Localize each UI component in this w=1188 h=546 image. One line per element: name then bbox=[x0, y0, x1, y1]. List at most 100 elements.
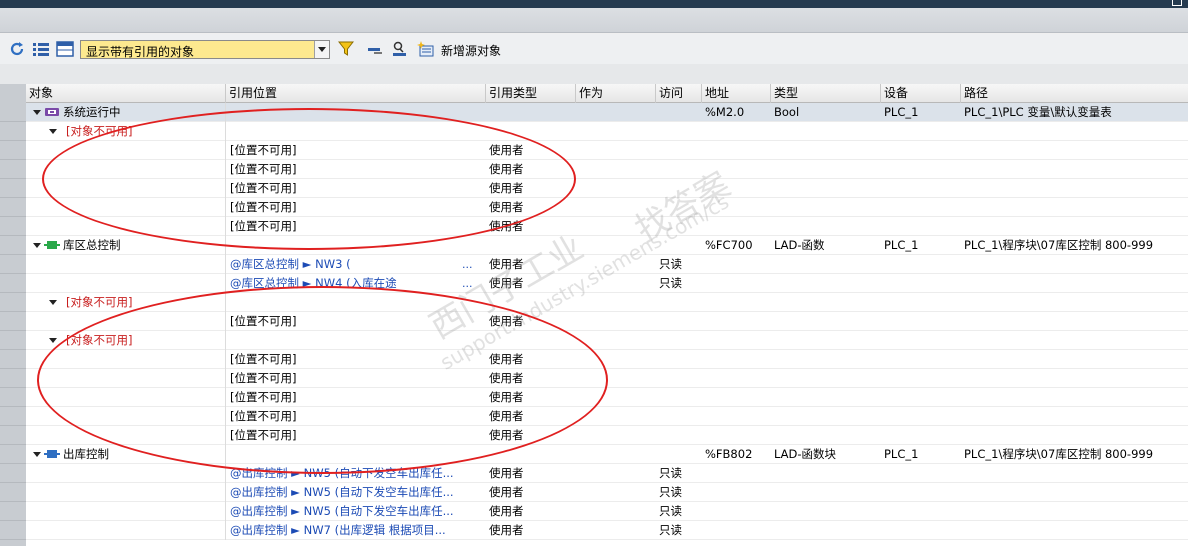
table-row[interactable]: [位置不可用] 使用者 bbox=[0, 160, 1188, 179]
table-row[interactable]: [位置不可用] 使用者 bbox=[0, 141, 1188, 160]
object-cell bbox=[26, 179, 226, 198]
table-row[interactable]: [对象不可用] bbox=[0, 122, 1188, 141]
object-unavailable[interactable]: [对象不可用] bbox=[66, 122, 132, 141]
list-view-icon[interactable] bbox=[32, 41, 50, 57]
row-gutter-cell[interactable] bbox=[0, 179, 26, 198]
reference-location[interactable]: [位置不可用] bbox=[230, 312, 296, 331]
table-row[interactable]: [位置不可用] 使用者 bbox=[0, 369, 1188, 388]
filter-dropdown[interactable]: 显示带有引用的对象 bbox=[80, 40, 330, 59]
row-gutter-cell[interactable] bbox=[0, 388, 26, 407]
row-gutter-cell[interactable] bbox=[0, 521, 26, 540]
row-gutter-cell[interactable] bbox=[0, 103, 26, 122]
row-gutter-cell[interactable] bbox=[0, 350, 26, 369]
table-row[interactable]: @出库控制 ► NW5 (自动下发空车出库任... 使用者 只读 bbox=[0, 502, 1188, 521]
table-row[interactable]: 出库控制 %FB802 LAD-函数块 PLC_1 PLC_1\程序块\07库区控制 8… bbox=[0, 445, 1188, 464]
row-gutter-cell[interactable] bbox=[0, 217, 26, 236]
table-row[interactable]: [位置不可用] 使用者 bbox=[0, 350, 1188, 369]
table-row[interactable]: @出库控制 ► NW5 (自动下发空车出库任... 使用者 只读 bbox=[0, 464, 1188, 483]
object-name[interactable]: 出库控制 bbox=[63, 445, 109, 464]
row-gutter-cell[interactable] bbox=[0, 483, 26, 502]
column-header-reference-location[interactable]: 引用位置 bbox=[226, 84, 486, 103]
reference-location[interactable]: [位置不可用] bbox=[230, 198, 296, 217]
expand-toggle-icon[interactable] bbox=[49, 300, 57, 305]
expand-toggle-icon[interactable] bbox=[33, 110, 41, 115]
collapse-all-icon[interactable] bbox=[366, 41, 384, 57]
column-header-reference-type[interactable]: 引用类型 bbox=[486, 84, 576, 103]
table-row[interactable]: @库区总控制 ► NW4 (入库在途... 使用者 只读 bbox=[0, 274, 1188, 293]
column-header-type[interactable]: 类型 bbox=[771, 84, 881, 103]
column-header-path[interactable]: 路径 bbox=[961, 84, 1188, 103]
row-gutter-cell[interactable] bbox=[0, 464, 26, 483]
more-ellipsis[interactable]: ... bbox=[462, 255, 473, 274]
expand-all-icon[interactable] bbox=[390, 41, 408, 57]
column-header-address[interactable]: 地址 bbox=[702, 84, 771, 103]
table-row[interactable]: [对象不可用] bbox=[0, 331, 1188, 350]
object-unavailable[interactable]: [对象不可用] bbox=[66, 293, 132, 312]
reference-location[interactable]: [位置不可用] bbox=[230, 217, 296, 236]
row-gutter-cell[interactable] bbox=[0, 407, 26, 426]
column-header-device[interactable]: 设备 bbox=[881, 84, 961, 103]
reference-location-link[interactable]: @出库控制 ► NW7 (出库逻辑 根据项目... bbox=[230, 521, 455, 540]
column-header-access[interactable]: 访问 bbox=[656, 84, 702, 103]
refresh-icon[interactable] bbox=[9, 41, 25, 57]
row-gutter-cell[interactable] bbox=[0, 255, 26, 274]
restore-icon[interactable] bbox=[1172, 0, 1182, 6]
column-header-object[interactable]: 对象 bbox=[26, 84, 226, 103]
table-row[interactable]: 库区总控制 %FC700 LAD-函数 PLC_1 PLC_1\程序块\07库区控制 8… bbox=[0, 236, 1188, 255]
expand-toggle-icon[interactable] bbox=[33, 243, 41, 248]
column-header-as[interactable]: 作为 bbox=[576, 84, 656, 103]
table-view-icon[interactable] bbox=[56, 41, 74, 57]
row-gutter-cell[interactable] bbox=[0, 445, 26, 464]
reference-location[interactable]: [位置不可用] bbox=[230, 179, 296, 198]
add-source-object-icon[interactable] bbox=[416, 41, 436, 57]
row-gutter-cell[interactable] bbox=[0, 369, 26, 388]
row-gutter-cell[interactable] bbox=[0, 293, 26, 312]
row-gutter-cell[interactable] bbox=[0, 122, 26, 141]
row-gutter-cell[interactable] bbox=[0, 312, 26, 331]
table-row[interactable]: [位置不可用] 使用者 bbox=[0, 426, 1188, 445]
reference-location[interactable]: [位置不可用] bbox=[230, 426, 296, 445]
table-row[interactable]: @库区总控制 ► NW3 (... 使用者 只读 bbox=[0, 255, 1188, 274]
table-row[interactable]: [位置不可用] 使用者 bbox=[0, 407, 1188, 426]
row-gutter-cell[interactable] bbox=[0, 141, 26, 160]
object-unavailable[interactable]: [对象不可用] bbox=[66, 331, 132, 350]
table-row[interactable]: [位置不可用] 使用者 bbox=[0, 179, 1188, 198]
table-row[interactable]: [位置不可用] 使用者 bbox=[0, 198, 1188, 217]
expand-toggle-icon[interactable] bbox=[49, 129, 57, 134]
table-row[interactable]: 系统运行中 %M2.0 Bool PLC_1 PLC_1\PLC 变量\默认变量表 bbox=[0, 103, 1188, 122]
object-name[interactable]: 系统运行中 bbox=[63, 103, 121, 122]
table-row[interactable]: [位置不可用] 使用者 bbox=[0, 217, 1188, 236]
reference-location[interactable]: [位置不可用] bbox=[230, 369, 296, 388]
reference-location-link[interactable]: @出库控制 ► NW5 (自动下发空车出库任... bbox=[230, 502, 455, 521]
row-gutter-cell[interactable] bbox=[0, 274, 26, 293]
row-gutter-cell[interactable] bbox=[0, 236, 26, 255]
table-row[interactable]: [位置不可用] 使用者 bbox=[0, 312, 1188, 331]
reference-location-link[interactable]: @出库控制 ► NW5 (自动下发空车出库任... bbox=[230, 464, 455, 483]
filter-icon[interactable] bbox=[338, 41, 354, 57]
more-ellipsis[interactable]: ... bbox=[462, 274, 473, 293]
table-row[interactable]: @出库控制 ► NW5 (自动下发空车出库任... 使用者 只读 bbox=[0, 483, 1188, 502]
reference-location[interactable]: [位置不可用] bbox=[230, 407, 296, 426]
expand-toggle-icon[interactable] bbox=[33, 452, 41, 457]
reference-location[interactable]: [位置不可用] bbox=[230, 388, 296, 407]
table-row[interactable]: [对象不可用] bbox=[0, 293, 1188, 312]
row-gutter-cell[interactable] bbox=[0, 160, 26, 179]
reference-location[interactable]: [位置不可用] bbox=[230, 141, 296, 160]
reference-location-link[interactable]: @库区总控制 ► NW3 ( bbox=[230, 255, 455, 274]
reference-location[interactable]: [位置不可用] bbox=[230, 160, 296, 179]
row-gutter-cell[interactable] bbox=[0, 426, 26, 445]
object-cell bbox=[26, 521, 226, 540]
reference-location[interactable]: [位置不可用] bbox=[230, 350, 296, 369]
row-gutter-cell[interactable] bbox=[0, 331, 26, 350]
row-gutter-cell[interactable] bbox=[0, 502, 26, 521]
expand-toggle-icon[interactable] bbox=[49, 338, 57, 343]
row-gutter-cell[interactable] bbox=[0, 198, 26, 217]
reference-location-link[interactable]: @库区总控制 ► NW4 (入库在途 bbox=[230, 274, 455, 293]
table-row[interactable]: @出库控制 ► NW7 (出库逻辑 根据项目... 使用者 只读 bbox=[0, 521, 1188, 540]
chevron-down-icon[interactable] bbox=[314, 41, 329, 58]
address-cell: %FB802 bbox=[705, 447, 753, 461]
object-name[interactable]: 库区总控制 bbox=[63, 236, 121, 255]
add-source-label[interactable]: 新增源对象 bbox=[441, 42, 501, 59]
reference-location-link[interactable]: @出库控制 ► NW5 (自动下发空车出库任... bbox=[230, 483, 455, 502]
table-row[interactable]: [位置不可用] 使用者 bbox=[0, 388, 1188, 407]
